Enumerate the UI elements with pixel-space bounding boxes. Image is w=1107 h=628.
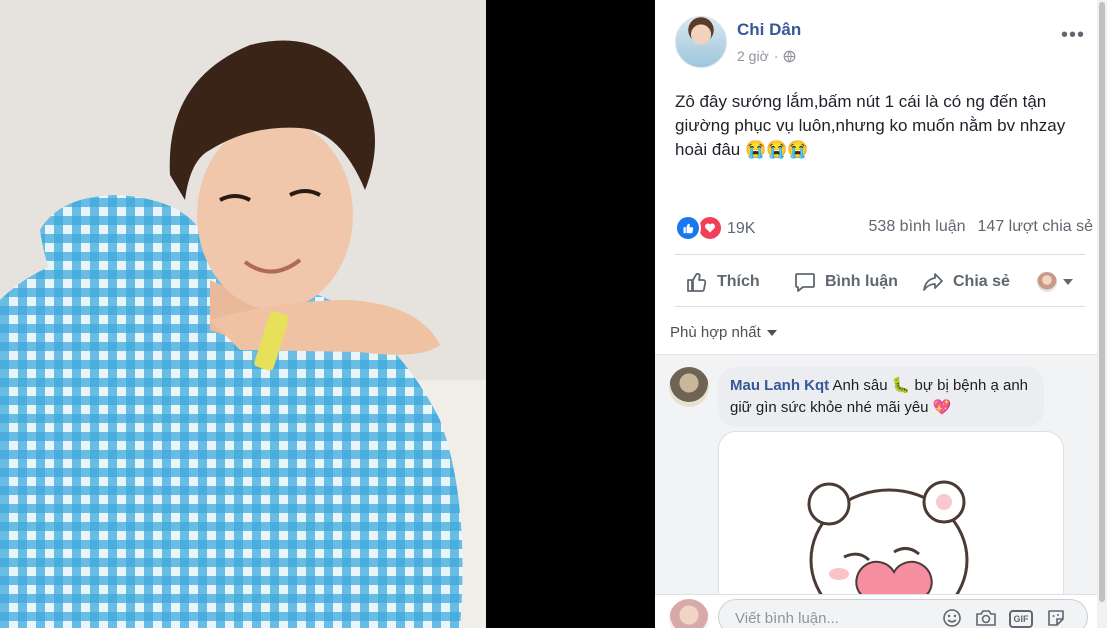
composer-icons: GIF: [941, 607, 1067, 628]
divider: [675, 306, 1085, 307]
post-header: Chi Dân 2 giờ · •••: [675, 16, 1085, 72]
chevron-down-icon: [766, 329, 777, 336]
avatar: [1037, 272, 1057, 292]
reaction-count[interactable]: 19K: [727, 220, 755, 238]
reaction-identity-selector[interactable]: [1037, 272, 1073, 292]
comment-input-box[interactable]: GIF: [718, 599, 1088, 628]
reactions-bar: 19K 538 bình luận 147 lượt chia sẻ: [675, 213, 1093, 243]
scrollbar-thumb[interactable]: [1099, 2, 1105, 602]
like-button[interactable]: Thích: [685, 270, 760, 294]
like-reaction-icon: [675, 215, 701, 241]
comment-count[interactable]: 538 bình luận: [869, 218, 966, 236]
sticker-icon[interactable]: [1045, 607, 1067, 628]
share-arrow-icon: [923, 273, 943, 291]
post-stats: 538 bình luận 147 lượt chia sẻ: [869, 218, 1093, 236]
author-avatar[interactable]: [675, 16, 727, 68]
photo-illustration: [0, 0, 486, 628]
commenter-name[interactable]: Mau Lanh Kqt: [730, 377, 829, 394]
sort-label: Phù hợp nhất: [670, 324, 761, 341]
post-panel: Chi Dân 2 giờ · ••• Zô đây sướng lắm,bấm…: [655, 0, 1097, 628]
camera-icon[interactable]: [975, 607, 997, 628]
globe-icon[interactable]: [783, 50, 796, 63]
comment-input[interactable]: [733, 600, 937, 628]
action-bar: Thích Bình luận Chia sẻ: [675, 262, 1085, 302]
scrollbar[interactable]: [1097, 0, 1107, 628]
like-label: Thích: [717, 273, 760, 290]
comment-bubble: Mau Lanh Kqt Anh sâu 🐛 bự bị bệnh ạ anh …: [718, 367, 1044, 427]
meta-separator: ·: [773, 48, 779, 64]
chevron-down-icon: [1063, 279, 1073, 285]
comment-label: Bình luận: [825, 273, 898, 290]
post-time[interactable]: 2 giờ: [737, 48, 769, 64]
current-user-avatar: [669, 599, 709, 628]
speech-bubble-icon: [795, 273, 815, 292]
comment-composer: GIF: [655, 594, 1097, 628]
share-label: Chia sẻ: [953, 273, 1010, 290]
comment-button[interactable]: Bình luận: [793, 270, 898, 294]
post-text: Zô đây sướng lắm,bấm nút 1 cái là có ng …: [675, 92, 1066, 159]
viewer-background: [486, 0, 655, 628]
more-options-icon[interactable]: •••: [1061, 24, 1085, 47]
share-count[interactable]: 147 lượt chia sẻ: [978, 218, 1093, 236]
comment-sort-dropdown[interactable]: Phù hợp nhất: [670, 324, 777, 341]
reaction-icons[interactable]: [675, 215, 723, 241]
gif-icon[interactable]: GIF: [1009, 610, 1033, 628]
smiley-icon[interactable]: [941, 607, 963, 628]
comments-list: Mau Lanh Kqt Anh sâu 🐛 bự bị bệnh ạ anh …: [655, 354, 1097, 628]
thumbs-up-icon: [687, 272, 707, 292]
post-meta: 2 giờ ·: [737, 48, 796, 64]
share-button[interactable]: Chia sẻ: [921, 270, 1010, 294]
divider: [675, 254, 1085, 255]
post-photo[interactable]: [0, 0, 486, 628]
commenter-avatar[interactable]: [669, 367, 709, 407]
author-name[interactable]: Chi Dân: [737, 20, 801, 40]
